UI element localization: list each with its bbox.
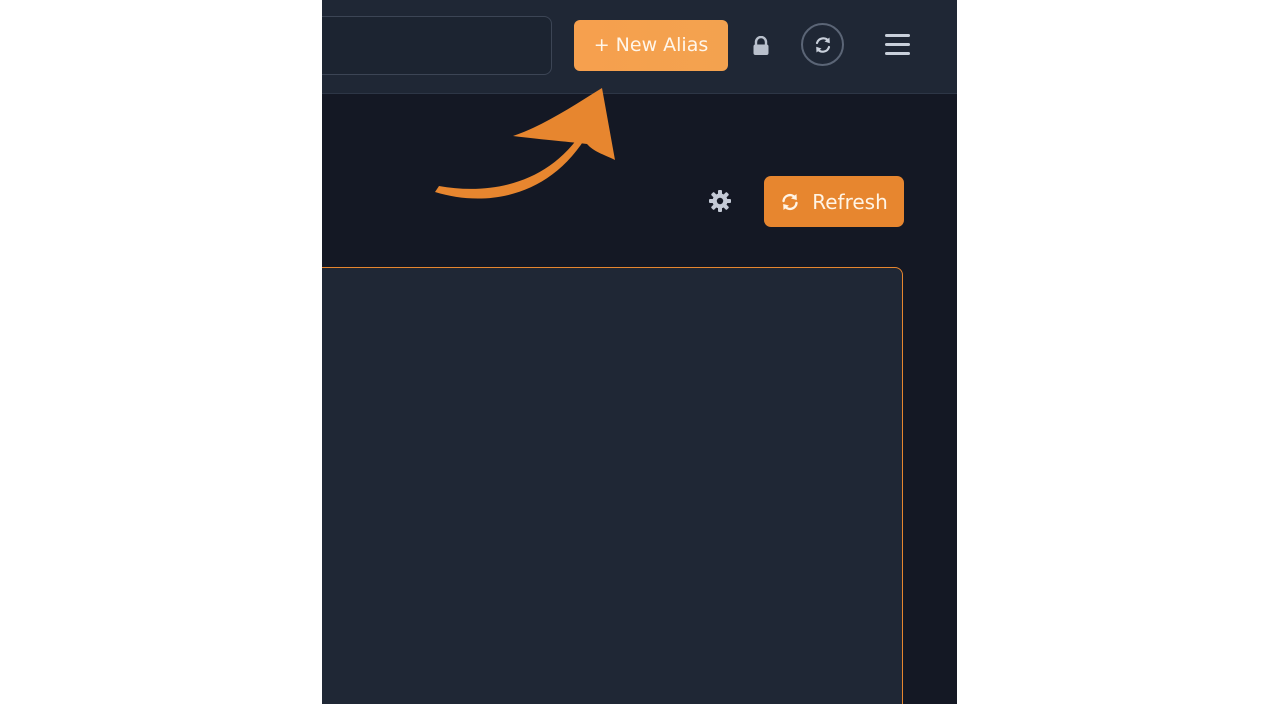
refresh-button[interactable]: Refresh [764, 176, 904, 227]
refresh-label: Refresh [812, 189, 888, 214]
app-window: + New Alias Refresh [322, 0, 957, 704]
menu-line [885, 52, 910, 55]
content-panel [322, 267, 903, 704]
search-input[interactable] [322, 16, 552, 75]
hamburger-menu-button[interactable] [885, 34, 910, 56]
gear-icon[interactable] [708, 189, 732, 213]
top-navigation-bar: + New Alias [322, 0, 957, 94]
curved-arrow-annotation [435, 88, 615, 199]
menu-line [885, 34, 910, 37]
new-alias-button[interactable]: + New Alias [574, 20, 728, 71]
sync-button[interactable] [801, 23, 844, 66]
lock-icon[interactable] [752, 36, 770, 56]
sync-icon [815, 36, 830, 53]
menu-line [885, 43, 910, 46]
refresh-icon [782, 193, 798, 210]
